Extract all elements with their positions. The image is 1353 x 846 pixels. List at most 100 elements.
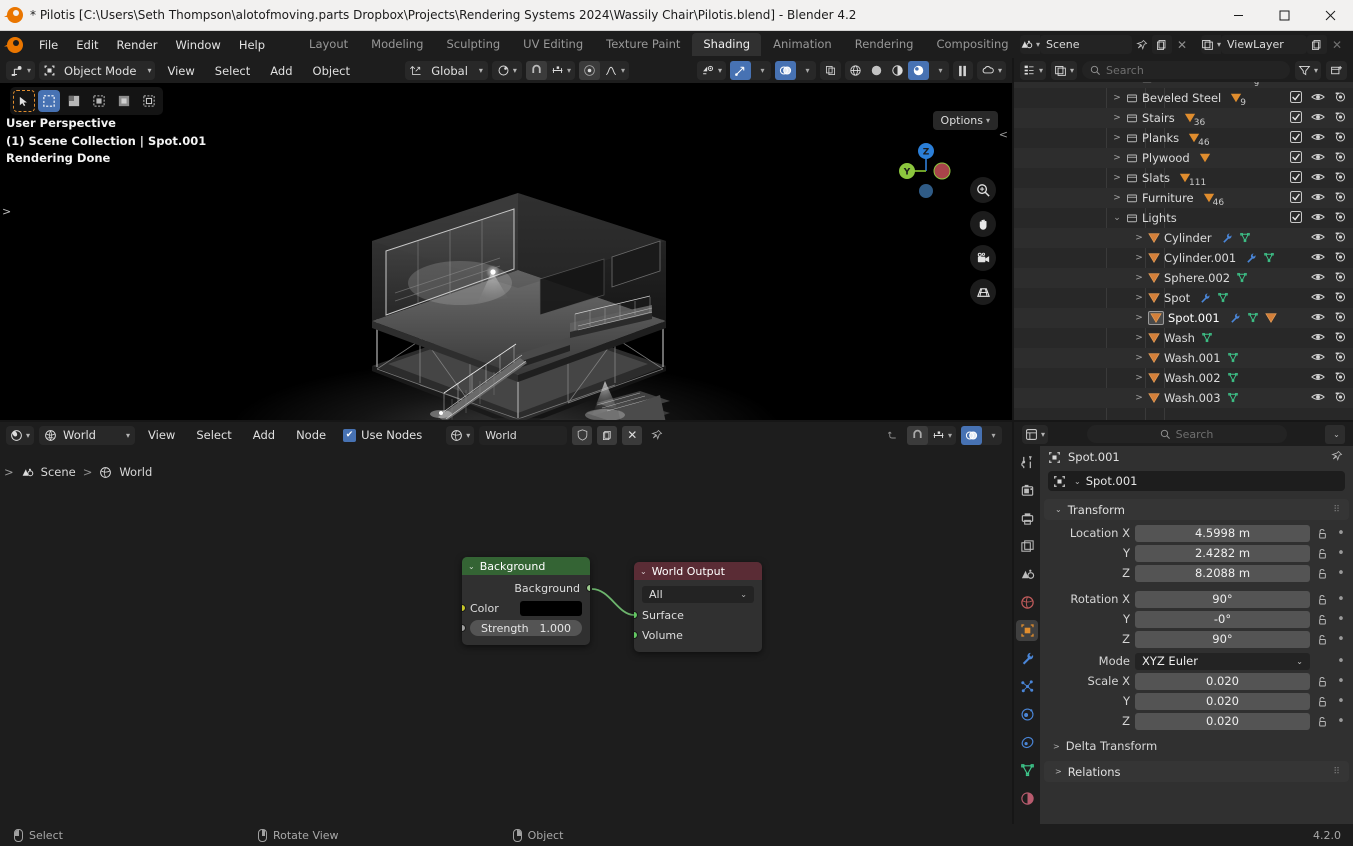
shader-snap-target-icon[interactable]: ▾ xyxy=(928,426,956,445)
minimize-button[interactable] xyxy=(1215,0,1261,31)
hide-in-viewport-icon[interactable] xyxy=(1311,331,1325,346)
viewlayer-browse-icon[interactable]: ▾ xyxy=(1201,35,1221,54)
modifier-icon[interactable] xyxy=(1245,252,1257,264)
shader-menu-node[interactable]: Node xyxy=(288,428,334,442)
camera-icon[interactable] xyxy=(970,245,996,271)
blender-menu-icon[interactable] xyxy=(0,36,30,53)
input-socket-volume[interactable] xyxy=(634,631,638,639)
lock-icon[interactable] xyxy=(1315,547,1330,560)
vertical-divider[interactable] xyxy=(1012,58,1014,824)
modifier-icon[interactable] xyxy=(1229,312,1241,324)
3d-viewport[interactable]: ▾ Object Mode ▾ View Select Add Object G… xyxy=(0,58,1012,420)
breadcrumb-expand-arrow[interactable]: > xyxy=(4,465,14,479)
overlays-toggle-icon[interactable] xyxy=(774,61,796,80)
solid-shading-icon[interactable] xyxy=(866,61,887,80)
disclosure-triangle[interactable]: > xyxy=(1110,173,1124,183)
node-world-output-header[interactable]: ⌄ World Output xyxy=(634,562,762,580)
tab-shading[interactable]: Shading xyxy=(692,33,762,56)
shading-modes[interactable]: ▾ xyxy=(844,61,949,80)
select-intersect-icon[interactable] xyxy=(138,90,160,112)
outliner-row-wash[interactable]: > Wash xyxy=(1014,328,1353,348)
proportional-edit-icon[interactable] xyxy=(578,61,600,80)
outliner-row-spot-001[interactable]: > Spot.001 xyxy=(1014,308,1353,328)
outliner-row-cylinder[interactable]: > Cylinder xyxy=(1014,228,1353,248)
animate-dot-icon[interactable]: • xyxy=(1335,694,1347,709)
hide-in-viewport-icon[interactable] xyxy=(1311,371,1325,386)
input-socket-color[interactable] xyxy=(462,604,466,612)
properties-pin-icon[interactable] xyxy=(1331,450,1343,465)
tab-render[interactable] xyxy=(1016,480,1038,501)
rotation-mode-row[interactable]: Mode XYZ Euler ⌄ • xyxy=(1040,651,1353,671)
node-background-strength-row[interactable]: Strength 1.000 xyxy=(462,618,590,638)
output-socket-background[interactable] xyxy=(586,584,590,592)
menu-help[interactable]: Help xyxy=(230,35,274,55)
disable-in-render-icon[interactable] xyxy=(1334,231,1347,246)
disclosure-triangle[interactable]: > xyxy=(1132,373,1146,383)
object-name-field[interactable]: ⌄ xyxy=(1048,471,1345,491)
exclude-checkbox[interactable] xyxy=(1290,130,1303,146)
scale-field-row[interactable]: Z 0.020 • xyxy=(1040,711,1353,731)
field-value[interactable]: 8.2088 m xyxy=(1135,564,1310,582)
toolbar-expand-arrow[interactable]: > xyxy=(2,205,11,218)
rendered-shading-icon[interactable] xyxy=(907,61,929,80)
lock-icon[interactable] xyxy=(1315,567,1330,580)
outliner-row-wash-001[interactable]: > Wash.001 xyxy=(1014,348,1353,368)
outliner-row-stairs[interactable]: > Stairs 36 xyxy=(1014,108,1353,128)
disclosure-triangle[interactable]: > xyxy=(1132,253,1146,263)
object-data-icon[interactable] xyxy=(1227,372,1239,384)
tab-animation[interactable]: Animation xyxy=(762,33,843,56)
lock-icon[interactable] xyxy=(1315,593,1330,606)
node-world-output-volume-row[interactable]: Volume xyxy=(634,625,762,645)
node-background[interactable]: ⌄ Background Background Color Strength 1… xyxy=(462,557,590,645)
disclosure-triangle[interactable]: > xyxy=(1110,133,1124,143)
lock-icon[interactable] xyxy=(1315,613,1330,626)
field-value[interactable]: -0° xyxy=(1135,610,1310,628)
properties-editor-type-selector[interactable]: ▾ xyxy=(1022,424,1049,444)
input-socket-surface[interactable] xyxy=(634,611,638,619)
hide-in-viewport-icon[interactable] xyxy=(1311,171,1325,186)
hide-in-viewport-icon[interactable] xyxy=(1311,231,1325,246)
outliner-filter-button[interactable]: ▾ xyxy=(1294,60,1321,80)
rotation-mode-dropdown[interactable]: XYZ Euler ⌄ xyxy=(1135,652,1310,670)
disclosure-triangle[interactable]: ⌄ xyxy=(1110,213,1124,223)
exclude-checkbox[interactable] xyxy=(1290,110,1303,126)
outliner-row-beveled-steel[interactable]: > Beveled Steel 9 xyxy=(1014,88,1353,108)
cursor-tool-icon[interactable] xyxy=(13,90,35,112)
hide-in-viewport-icon[interactable] xyxy=(1311,211,1325,226)
node-world-output-target-row[interactable]: All ⌄ xyxy=(634,583,762,605)
viewport-options-button[interactable]: Options ▾ xyxy=(932,111,998,130)
disable-in-render-icon[interactable] xyxy=(1334,131,1347,146)
field-value[interactable]: 90° xyxy=(1135,590,1310,608)
fake-user-icon[interactable] xyxy=(572,425,593,445)
gizmo-group[interactable]: ▾ xyxy=(729,61,771,80)
exclude-checkbox[interactable] xyxy=(1290,90,1303,106)
node-background-header[interactable]: ⌄ Background xyxy=(462,557,590,575)
animate-dot-icon[interactable]: • xyxy=(1335,546,1347,561)
outliner-tree[interactable]: > 9 >Beveled Steel9>Stairs36>Planks46>Pl… xyxy=(1014,82,1353,420)
delete-viewlayer-icon[interactable]: ✕ xyxy=(1327,35,1347,54)
horizontal-divider-left[interactable] xyxy=(0,420,1012,422)
transform-field-row[interactable]: Rotation X 90° • xyxy=(1040,589,1353,609)
snap-target-icon[interactable]: ▾ xyxy=(547,61,575,80)
tab-output[interactable] xyxy=(1016,508,1038,529)
exclude-checkbox[interactable] xyxy=(1290,170,1303,186)
navigation-gizmo[interactable]: Z Y xyxy=(896,141,956,201)
transform-field-row[interactable]: Z 8.2088 m • xyxy=(1040,563,1353,583)
tab-object[interactable] xyxy=(1016,620,1038,641)
disable-in-render-icon[interactable] xyxy=(1334,151,1347,166)
new-world-icon[interactable] xyxy=(597,425,618,445)
outliner-row-spot[interactable]: > Spot xyxy=(1014,288,1353,308)
field-value[interactable]: 0.020 xyxy=(1135,712,1310,730)
outliner-row-slats[interactable]: > Slats 111 xyxy=(1014,168,1353,188)
outliner-row-cylinder-001[interactable]: > Cylinder.001 xyxy=(1014,248,1353,268)
shader-snap-magnet-icon[interactable] xyxy=(906,425,928,445)
object-mode-selector[interactable]: Object Mode ▾ xyxy=(39,61,156,80)
object-data-icon[interactable] xyxy=(1217,292,1229,304)
disclosure-triangle[interactable]: > xyxy=(1132,333,1146,343)
disclosure-triangle[interactable]: > xyxy=(1110,113,1124,123)
tab-uv-editing[interactable]: UV Editing xyxy=(512,33,594,56)
scene-name-field[interactable]: Scene xyxy=(1040,35,1132,54)
modifier-icon[interactable] xyxy=(1199,292,1211,304)
zoom-icon[interactable] xyxy=(970,177,996,203)
disable-in-render-icon[interactable] xyxy=(1334,291,1347,306)
